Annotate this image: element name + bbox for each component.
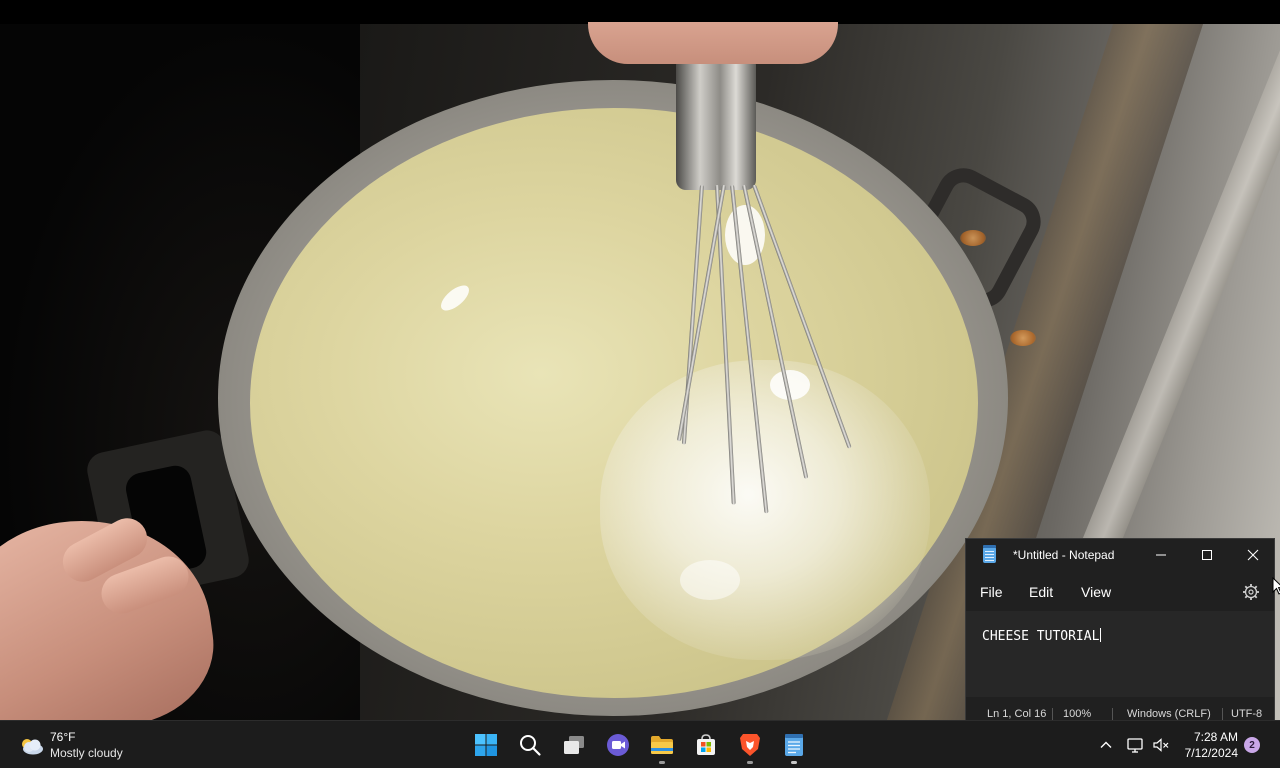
start-button[interactable]	[466, 725, 506, 765]
text-caret	[1100, 628, 1102, 642]
weather-condition: Mostly cloudy	[50, 746, 123, 760]
title-bar[interactable]: *Untitled - Notepad	[966, 539, 1274, 571]
close-button[interactable]	[1230, 539, 1276, 571]
running-indicator	[747, 761, 753, 764]
encoding: UTF-8	[1231, 708, 1263, 720]
desktop: *Untitled - Notepad File Edit View CHEES…	[0, 0, 1280, 768]
burner-flame	[1010, 330, 1036, 346]
partly-cloudy-icon	[22, 739, 43, 755]
status-divider	[1112, 708, 1113, 720]
menu-file[interactable]: File	[980, 584, 1003, 600]
network-icon[interactable]	[1126, 736, 1144, 754]
hand-holding-whisk	[588, 22, 838, 64]
settings-gear-icon[interactable]	[1242, 583, 1260, 601]
clock-date[interactable]: 7/12/2024	[1180, 746, 1238, 760]
text-editor[interactable]: CHEESE TUTORIAL	[966, 611, 1274, 697]
file-explorer-button[interactable]	[642, 725, 682, 765]
task-view-icon	[564, 736, 584, 754]
running-indicator	[791, 761, 797, 764]
running-indicator	[659, 761, 665, 764]
notification-badge[interactable]: 2	[1244, 737, 1260, 753]
store-icon	[697, 734, 715, 755]
task-view-button[interactable]	[554, 725, 594, 765]
curd-clump	[680, 560, 740, 600]
notepad-taskbar-button[interactable]	[774, 725, 814, 765]
zoom-level: 100%	[1063, 708, 1092, 720]
whisk-handle	[676, 55, 756, 190]
clock-time[interactable]: 7:28 AM	[1188, 730, 1238, 744]
status-divider	[1052, 708, 1053, 720]
cursor-position: Ln 1, Col 16	[987, 708, 1047, 720]
meet-app-button[interactable]	[598, 725, 638, 765]
maximize-icon	[1202, 550, 1212, 560]
minimize-icon	[1156, 554, 1166, 556]
menu-view[interactable]: View	[1081, 584, 1111, 600]
mouse-cursor-icon	[1272, 577, 1280, 595]
close-icon	[1247, 549, 1259, 561]
video-top-letterbox	[0, 0, 1280, 24]
weather-temperature: 76°F	[50, 730, 76, 744]
volume-muted-icon[interactable]	[1152, 736, 1170, 754]
taskbar: 76°F Mostly cloudy 7:28 AM 7/12/2024 2	[0, 720, 1280, 768]
status-bar: Ln 1, Col 16 100% Windows (CRLF) UTF-8	[966, 699, 1274, 721]
microsoft-store-button[interactable]	[686, 725, 726, 765]
editor-content[interactable]: CHEESE TUTORIAL	[982, 628, 1102, 644]
notepad-window[interactable]: *Untitled - Notepad File Edit View CHEES…	[965, 538, 1275, 721]
system-tray: 7:28 AM 7/12/2024 2	[1090, 721, 1280, 768]
maximize-button[interactable]	[1184, 539, 1230, 571]
notepad-icon	[983, 545, 996, 563]
chevron-up-icon[interactable]	[1098, 737, 1114, 753]
notepad-icon	[785, 734, 803, 756]
status-divider	[1222, 708, 1223, 720]
search-icon	[520, 735, 541, 756]
editor-text: CHEESE TUTORIAL	[982, 629, 1100, 644]
line-ending: Windows (CRLF)	[1127, 708, 1211, 720]
brave-browser-button[interactable]	[730, 725, 770, 765]
folder-icon	[651, 736, 673, 754]
minimize-button[interactable]	[1138, 539, 1184, 571]
search-button[interactable]	[510, 725, 550, 765]
video-chat-icon	[607, 734, 629, 756]
windows-logo-icon	[475, 734, 497, 756]
menu-edit[interactable]: Edit	[1029, 584, 1053, 600]
brave-lion-icon	[740, 734, 760, 756]
window-title: *Untitled - Notepad	[1013, 548, 1115, 562]
weather-widget[interactable]: 76°F Mostly cloudy	[16, 727, 166, 763]
menu-bar: File Edit View	[966, 575, 1274, 609]
